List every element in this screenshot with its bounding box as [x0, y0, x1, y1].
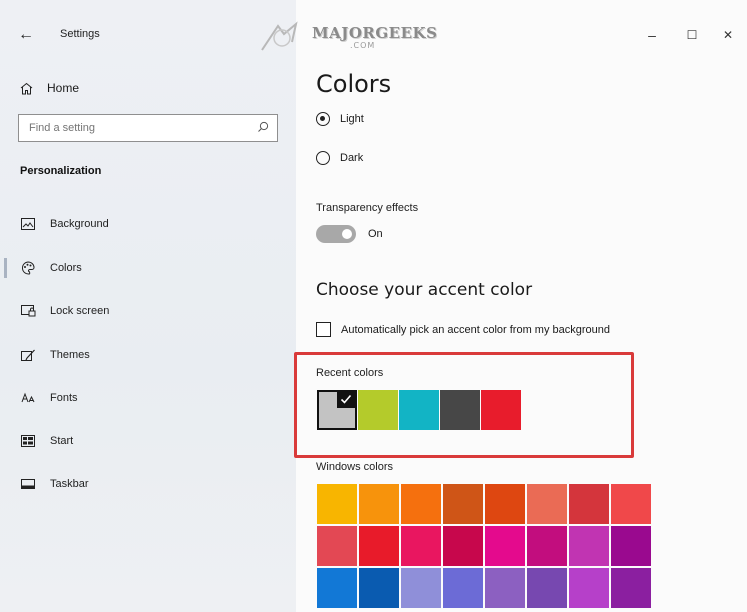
windows-color-swatch[interactable] [527, 568, 567, 608]
transparency-toggle[interactable] [316, 225, 356, 243]
windows-color-swatch[interactable] [317, 526, 357, 566]
windows-color-swatch[interactable] [485, 526, 525, 566]
sidebar-item-label: Colors [50, 262, 82, 274]
palette-icon [20, 260, 36, 276]
transparency-label: Transparency effects [316, 202, 419, 214]
windows-color-swatch[interactable] [359, 526, 399, 566]
sidebar-item-label: Background [50, 218, 109, 230]
app-title: Settings [60, 28, 100, 40]
search-icon [258, 121, 269, 132]
sidebar-item-label: Themes [50, 349, 90, 361]
windows-color-swatch[interactable] [485, 568, 525, 608]
navigation-pane: ← Settings Home Personalization Backgrou… [0, 0, 296, 612]
windows-color-swatch[interactable] [401, 484, 441, 524]
windows-color-swatch[interactable] [359, 568, 399, 608]
close-button[interactable]: ✕ [716, 24, 740, 46]
sidebar-item-themes[interactable]: Themes [20, 345, 90, 365]
windows-color-swatch[interactable] [611, 484, 651, 524]
windows-color-swatch[interactable] [359, 484, 399, 524]
windows-color-swatch[interactable] [443, 526, 483, 566]
back-button[interactable]: ← [18, 24, 40, 46]
windows-color-swatch[interactable] [317, 568, 357, 608]
recent-colors [317, 390, 522, 430]
radio-light[interactable]: Light [316, 112, 364, 126]
windows-color-swatch[interactable] [443, 484, 483, 524]
windows-colors-label: Windows colors [316, 461, 394, 473]
windows-colors-grid [317, 484, 651, 608]
sidebar-item-label: Fonts [50, 392, 78, 404]
auto-pick-label: Automatically pick an accent color from … [341, 323, 611, 336]
sidebar-item-start[interactable]: Start [20, 431, 73, 451]
nav-home[interactable]: Home [20, 78, 79, 98]
font-icon [20, 390, 36, 406]
brush-icon [20, 347, 36, 363]
page-title: Colors [316, 70, 392, 98]
search-box[interactable] [18, 114, 278, 142]
sidebar-item-taskbar[interactable]: Taskbar [20, 474, 89, 494]
minimize-button[interactable]: – [640, 24, 664, 46]
radio-dark-label: Dark [340, 152, 364, 164]
section-title: Personalization [20, 165, 102, 177]
windows-color-swatch[interactable] [569, 568, 609, 608]
transparency-state: On [368, 228, 383, 240]
radio-light-button[interactable] [316, 112, 330, 126]
sidebar-item-label: Lock screen [50, 305, 110, 317]
recent-color-swatch[interactable] [317, 390, 357, 430]
sidebar-item-label: Taskbar [50, 478, 89, 490]
watermark-name: MAJORGEEKS [312, 24, 438, 42]
lock-screen-icon [20, 303, 36, 319]
active-indicator [4, 258, 7, 278]
accent-heading: Choose your accent color [316, 280, 533, 300]
nav-home-label: Home [47, 81, 80, 95]
maximize-button[interactable]: ☐ [680, 24, 704, 46]
picture-icon [20, 216, 36, 232]
home-icon [20, 82, 33, 94]
sidebar-item-fonts[interactable]: Fonts [20, 388, 78, 408]
windows-color-swatch[interactable] [527, 526, 567, 566]
sidebar-item-label: Start [50, 435, 74, 447]
checkmark-icon [337, 390, 355, 408]
windows-color-swatch[interactable] [569, 526, 609, 566]
radio-light-label: Light [340, 113, 364, 125]
recent-color-swatch[interactable] [440, 390, 480, 430]
windows-color-swatch[interactable] [611, 526, 651, 566]
sidebar-item-background[interactable]: Background [20, 214, 109, 234]
sidebar-item-colors[interactable]: Colors [20, 258, 82, 278]
radio-dark[interactable]: Dark [316, 151, 363, 165]
windows-color-swatch[interactable] [401, 568, 441, 608]
recent-color-swatch[interactable] [358, 390, 398, 430]
recent-color-swatch[interactable] [481, 390, 521, 430]
windows-color-swatch[interactable] [317, 484, 357, 524]
start-icon [20, 433, 36, 449]
windows-color-swatch[interactable] [485, 484, 525, 524]
sidebar-item-lock-screen[interactable]: Lock screen [20, 301, 109, 321]
windows-color-swatch[interactable] [527, 484, 567, 524]
taskbar-icon [20, 476, 36, 492]
auto-pick-checkbox[interactable] [316, 322, 331, 337]
recent-colors-label: Recent colors [316, 367, 384, 379]
search-input[interactable] [19, 115, 249, 141]
windows-color-swatch[interactable] [569, 484, 609, 524]
recent-color-swatch[interactable] [399, 390, 439, 430]
radio-dark-button[interactable] [316, 151, 330, 165]
windows-color-swatch[interactable] [611, 568, 651, 608]
auto-pick-row[interactable]: Automatically pick an accent color from … [316, 322, 610, 337]
watermark-domain: .COM [350, 41, 376, 50]
windows-color-swatch[interactable] [443, 568, 483, 608]
windows-color-swatch[interactable] [401, 526, 441, 566]
transparency-toggle-row[interactable]: On [316, 225, 383, 243]
